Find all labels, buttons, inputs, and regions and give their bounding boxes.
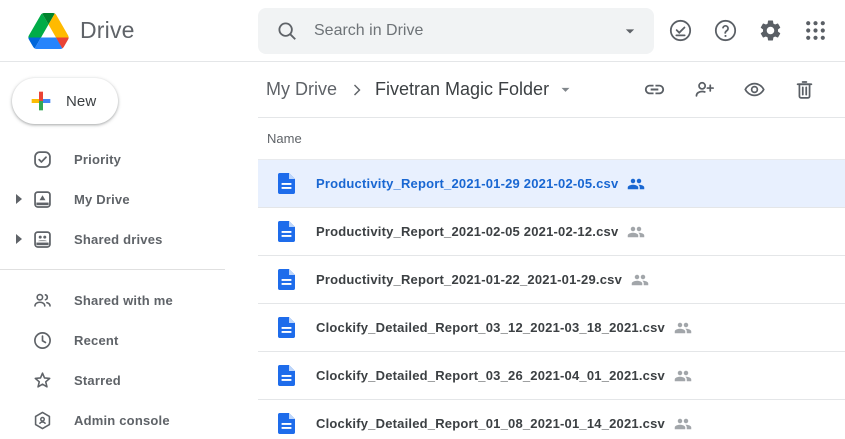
sidebar-item-label: Recent [74, 333, 119, 348]
logo-area[interactable]: Drive [0, 13, 258, 49]
content-area: My Drive Fivetran Magic Folder [258, 62, 845, 439]
file-name: Clockify_Detailed_Report_01_08_2021-01_1… [316, 416, 665, 431]
sidebar-item-label: Shared with me [74, 293, 173, 308]
shared-people-icon [674, 415, 692, 433]
search-icon[interactable] [276, 20, 298, 42]
shared-with-me-icon [32, 290, 53, 311]
person-add-icon [693, 78, 716, 101]
app-header: Drive [0, 0, 845, 62]
new-button-label: New [66, 93, 96, 110]
file-name: Productivity_Report_2021-02-05 2021-02-1… [316, 224, 618, 239]
gear-icon [758, 18, 783, 43]
preview-button[interactable] [743, 78, 766, 101]
admin-console-icon [32, 410, 53, 431]
sidebar-item-label: Starred [74, 373, 121, 388]
delete-button[interactable] [793, 78, 816, 101]
sidebar-item-recent[interactable]: Recent [0, 320, 258, 360]
sidebar-divider [0, 269, 225, 270]
file-row[interactable]: Clockify_Detailed_Report_03_26_2021-04_0… [258, 352, 845, 400]
get-link-button[interactable] [643, 78, 666, 101]
drive-logo-icon [28, 13, 69, 49]
file-name: Clockify_Detailed_Report_03_26_2021-04_0… [316, 368, 665, 383]
folder-actions-caret-icon[interactable] [556, 80, 575, 99]
trash-icon [793, 78, 816, 101]
expand-arrow-icon[interactable] [8, 234, 30, 244]
help-button[interactable] [713, 18, 738, 43]
search-bar[interactable] [258, 8, 654, 54]
shared-people-icon [674, 367, 692, 385]
share-button[interactable] [693, 78, 716, 101]
file-name: Clockify_Detailed_Report_03_12_2021-03_1… [316, 320, 665, 335]
shared-people-icon [674, 319, 692, 337]
shared-people-icon [627, 175, 645, 193]
file-row[interactable]: Productivity_Report_2021-01-29 2021-02-0… [258, 160, 845, 208]
file-name: Productivity_Report_2021-01-22_2021-01-2… [316, 272, 622, 287]
expand-arrow-icon [8, 295, 30, 305]
column-header-name[interactable]: Name [258, 118, 845, 160]
app-title: Drive [80, 17, 135, 44]
expand-arrow-icon [8, 154, 30, 164]
shared-drives-icon [32, 229, 53, 250]
offline-ready-button[interactable] [668, 18, 693, 43]
offline-ready-icon [668, 18, 693, 43]
csv-file-icon [278, 269, 295, 290]
sidebar-item-priority[interactable]: Priority [0, 139, 258, 179]
sidebar-item-label: My Drive [74, 192, 130, 207]
sidebar: New Priority [0, 62, 258, 439]
csv-file-icon [278, 317, 295, 338]
folder-toolbar [643, 78, 816, 101]
shared-people-icon [627, 223, 645, 241]
apps-grid-icon [803, 18, 828, 43]
file-row[interactable]: Clockify_Detailed_Report_03_12_2021-03_1… [258, 304, 845, 352]
breadcrumb-chevron-icon [347, 80, 367, 100]
csv-file-icon [278, 221, 295, 242]
clock-icon [32, 330, 53, 351]
file-name: Productivity_Report_2021-01-29 2021-02-0… [316, 176, 618, 191]
sidebar-item-label: Admin console [74, 413, 170, 428]
multicolor-plus-icon [29, 89, 53, 113]
csv-file-icon [278, 365, 295, 386]
breadcrumb-current-folder[interactable]: Fivetran Magic Folder [375, 79, 549, 100]
file-row[interactable]: Clockify_Detailed_Report_01_08_2021-01_1… [258, 400, 845, 439]
eye-icon [743, 78, 766, 101]
priority-icon [32, 149, 53, 170]
my-drive-icon [32, 189, 53, 210]
expand-arrow-icon [8, 375, 30, 385]
sidebar-item-label: Priority [74, 152, 121, 167]
header-actions [668, 18, 828, 43]
file-row[interactable]: Productivity_Report_2021-02-05 2021-02-1… [258, 208, 845, 256]
file-row[interactable]: Productivity_Report_2021-01-22_2021-01-2… [258, 256, 845, 304]
csv-file-icon [278, 173, 295, 194]
help-icon [713, 18, 738, 43]
expand-arrow-icon [8, 415, 30, 425]
breadcrumb: My Drive Fivetran Magic Folder [258, 62, 845, 118]
expand-arrow-icon [8, 335, 30, 345]
expand-arrow-icon[interactable] [8, 194, 30, 204]
shared-people-icon [631, 271, 649, 289]
star-icon [32, 370, 53, 391]
sidebar-nav: Priority My Drive [0, 139, 258, 439]
sidebar-item-starred[interactable]: Starred [0, 360, 258, 400]
sidebar-item-shared-drives[interactable]: Shared drives [0, 219, 258, 259]
settings-button[interactable] [758, 18, 783, 43]
search-input[interactable] [314, 22, 620, 40]
sidebar-item-label: Shared drives [74, 232, 163, 247]
sidebar-item-shared-with-me[interactable]: Shared with me [0, 280, 258, 320]
google-apps-button[interactable] [803, 18, 828, 43]
breadcrumb-my-drive[interactable]: My Drive [266, 79, 337, 100]
new-button[interactable]: New [12, 78, 118, 124]
sidebar-item-admin-console[interactable]: Admin console [0, 400, 258, 439]
sidebar-item-my-drive[interactable]: My Drive [0, 179, 258, 219]
link-icon [643, 78, 666, 101]
search-options-caret-icon[interactable] [620, 21, 640, 41]
csv-file-icon [278, 413, 295, 434]
